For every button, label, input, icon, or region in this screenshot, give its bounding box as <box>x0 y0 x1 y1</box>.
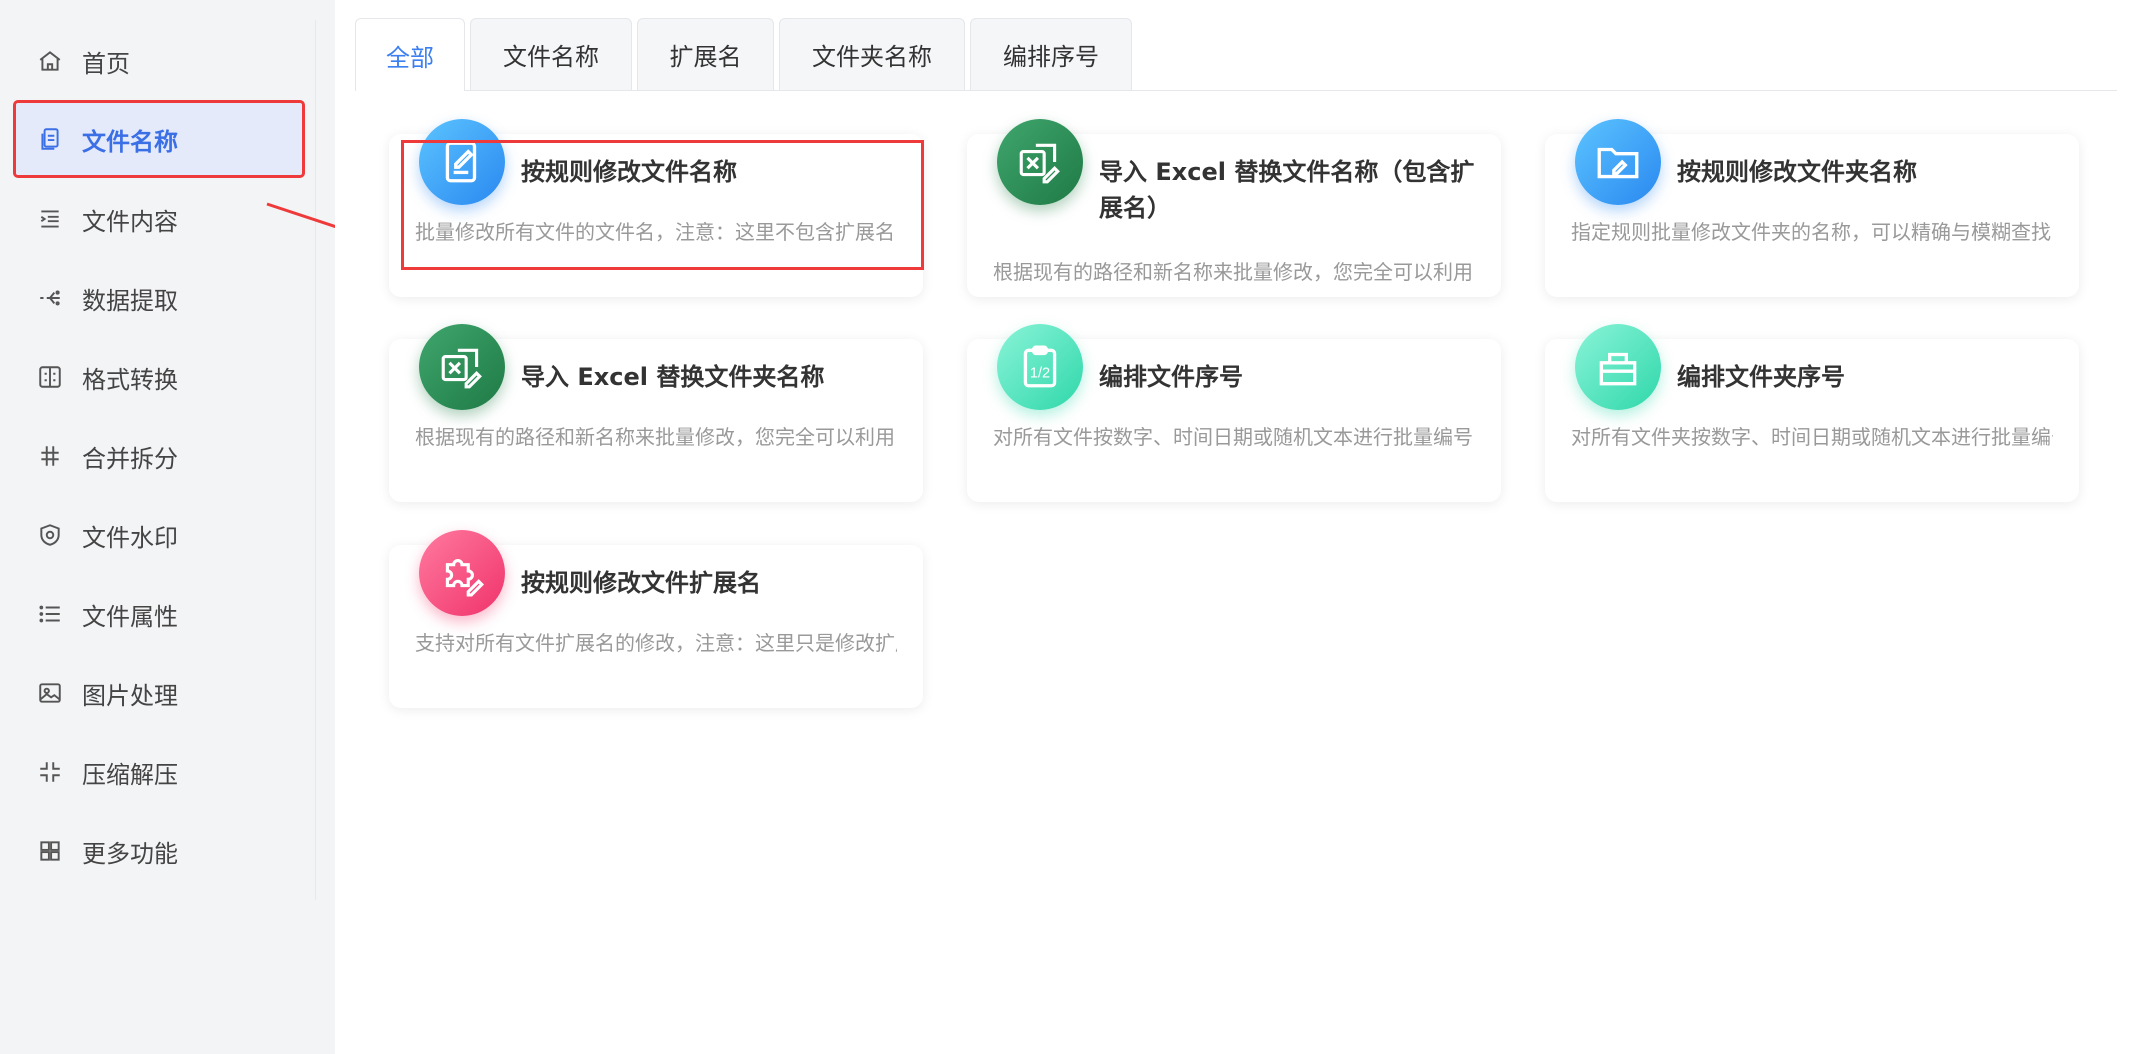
card-description: 对所有文件夹按数字、时间日期或随机文本进行批量编号 <box>1571 425 2053 449</box>
excel-edit-icon <box>419 324 505 410</box>
card-title: 按规则修改文件名称 <box>521 158 737 186</box>
file-copy-icon <box>36 125 64 153</box>
card-number-files[interactable]: 1/2 编排文件序号 对所有文件按数字、时间日期或随机文本进行批量编号 <box>967 324 1501 502</box>
puzzle-edit-icon <box>419 530 505 616</box>
card-description: 批量修改所有文件的文件名，注意：这里不包含扩展名 <box>415 220 895 244</box>
card-title: 按规则修改文件夹名称 <box>1677 158 1917 186</box>
sidebar-item-label: 文件内容 <box>82 207 178 236</box>
card-number-folders[interactable]: 编排文件夹序号 对所有文件夹按数字、时间日期或随机文本进行批量编号 <box>1545 324 2079 502</box>
sidebar-item-label: 首页 <box>82 49 130 78</box>
sidebar-item-label: 图片处理 <box>82 681 178 710</box>
sidebar-item-compress[interactable]: 压缩解压 <box>14 735 304 809</box>
hash-icon <box>36 442 64 470</box>
sidebar-item-data-extract[interactable]: 数据提取 <box>14 261 304 335</box>
clipboard-number-icon: 1/2 <box>997 324 1083 410</box>
home-icon <box>36 47 64 75</box>
card-excel-rename-files[interactable]: 导入 Excel 替换文件名称（包含扩展名） 根据现有的路径和新名称来批量修改，… <box>967 119 1501 297</box>
sidebar: 首页 文件名称 文件内容 数据提取 格式转换 合并拆分 文件水印 文件属性 图片… <box>0 0 315 1054</box>
sidebar-item-file-content[interactable]: 文件内容 <box>14 182 304 256</box>
card-excel-rename-folders[interactable]: 导入 Excel 替换文件夹名称 根据现有的路径和新名称来批量修改，您完全可以利… <box>389 324 923 502</box>
main-content: 全部 文件名称 扩展名 文件夹名称 编排序号 按规则修改文件名称 批量修改所有文… <box>335 0 2136 1054</box>
extract-icon <box>36 284 64 312</box>
sidebar-divider <box>315 20 316 900</box>
card-description: 根据现有的路径和新名称来批量修改，您完全可以利用 <box>993 260 1473 284</box>
excel-edit-icon <box>997 119 1083 205</box>
sidebar-item-image[interactable]: 图片处理 <box>14 656 304 730</box>
card-title: 编排文件夹序号 <box>1677 363 1845 391</box>
card-description: 对所有文件按数字、时间日期或随机文本进行批量编号 <box>993 425 1473 449</box>
tab-file-name[interactable]: 文件名称 <box>470 18 632 90</box>
sidebar-item-home[interactable]: 首页 <box>14 24 304 98</box>
card-description: 支持对所有文件扩展名的修改，注意：这里只是修改扩展名 <box>415 631 897 655</box>
card-rename-folders[interactable]: 按规则修改文件夹名称 指定规则批量修改文件夹的名称，可以精确与模糊查找 <box>1545 119 2079 297</box>
convert-icon <box>36 363 64 391</box>
sidebar-item-label: 合并拆分 <box>82 444 178 473</box>
tab-folder-name[interactable]: 文件夹名称 <box>779 18 965 90</box>
sidebar-item-label: 更多功能 <box>82 839 178 868</box>
sidebar-item-label: 压缩解压 <box>82 760 178 789</box>
tab-extension[interactable]: 扩展名 <box>637 18 774 90</box>
sidebar-item-label: 文件名称 <box>82 127 178 156</box>
card-description: 根据现有的路径和新名称来批量修改，您完全可以利用 <box>415 425 895 449</box>
sidebar-item-file-name[interactable]: 文件名称 <box>14 102 304 176</box>
svg-text:1/2: 1/2 <box>1030 365 1050 381</box>
card-title: 编排文件序号 <box>1099 363 1243 391</box>
folder-edit-icon <box>1575 119 1661 205</box>
sidebar-item-more[interactable]: 更多功能 <box>14 814 304 888</box>
indent-list-icon <box>36 205 64 233</box>
card-rename-extensions[interactable]: 按规则修改文件扩展名 支持对所有文件扩展名的修改，注意：这里只是修改扩展名 <box>389 530 923 708</box>
sidebar-item-file-props[interactable]: 文件属性 <box>14 577 304 651</box>
folder-number-icon <box>1575 324 1661 410</box>
shield-icon <box>36 521 64 549</box>
tab-numbering[interactable]: 编排序号 <box>970 18 1132 90</box>
card-title: 按规则修改文件扩展名 <box>521 569 761 597</box>
edit-doc-icon <box>419 119 505 205</box>
card-title: 导入 Excel 替换文件夹名称 <box>521 363 825 391</box>
sidebar-item-label: 数据提取 <box>82 286 178 315</box>
sidebar-item-format-convert[interactable]: 格式转换 <box>14 340 304 414</box>
tab-bar: 全部 文件名称 扩展名 文件夹名称 编排序号 <box>355 18 2117 91</box>
card-description: 指定规则批量修改文件夹的名称，可以精确与模糊查找 <box>1571 220 2051 244</box>
sidebar-item-label: 文件水印 <box>82 523 178 552</box>
card-rename-files[interactable]: 按规则修改文件名称 批量修改所有文件的文件名，注意：这里不包含扩展名 <box>389 119 923 297</box>
list-icon <box>36 600 64 628</box>
sidebar-item-label: 格式转换 <box>82 365 178 394</box>
sidebar-item-merge-split[interactable]: 合并拆分 <box>14 419 304 493</box>
card-title: 导入 Excel 替换文件名称（包含扩展名） <box>1099 158 1475 222</box>
image-icon <box>36 679 64 707</box>
tab-all[interactable]: 全部 <box>355 18 465 91</box>
grid-icon <box>36 837 64 865</box>
sidebar-item-label: 文件属性 <box>82 602 178 631</box>
compress-icon <box>36 758 64 786</box>
sidebar-item-watermark[interactable]: 文件水印 <box>14 498 304 572</box>
